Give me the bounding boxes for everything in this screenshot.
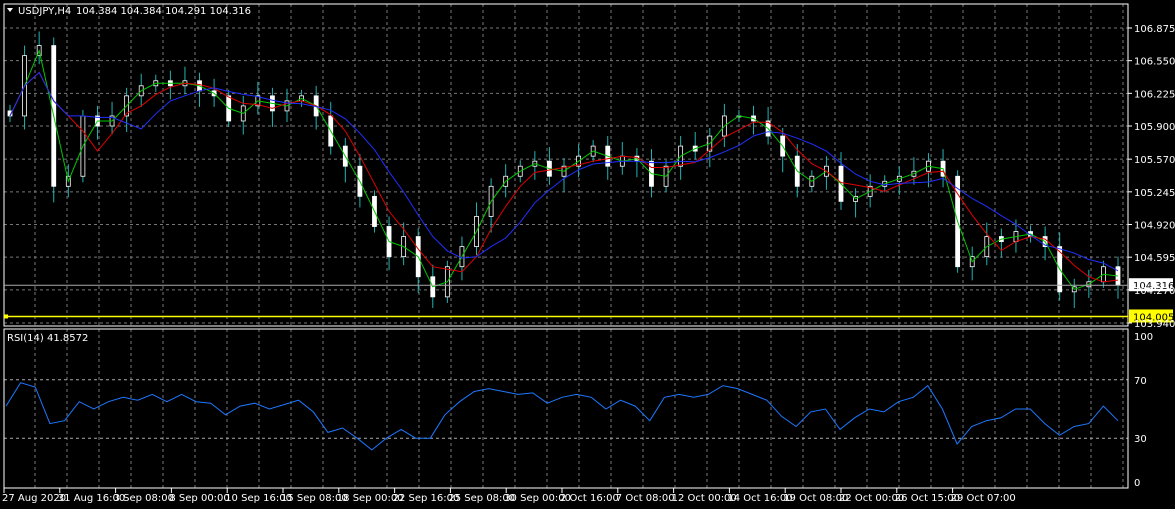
candles [7, 31, 1121, 308]
rsi-tick-label: 70 [1134, 376, 1147, 387]
hline-handle [4, 314, 8, 319]
price-lines: 104.316104.005 [4, 278, 1174, 323]
time-label: 8 Sep 00:00 [169, 493, 229, 504]
time-label: 3 Sep 08:00 [114, 493, 174, 504]
price-tick-label: 104.595 [1134, 253, 1175, 264]
price-tick-label: 106.875 [1134, 24, 1175, 35]
rsi-indicator [5, 382, 1119, 451]
time-label: 27 Aug 2020 [2, 493, 66, 504]
rsi-tick-label: 0 [1134, 478, 1140, 489]
symbol-title: USDJPY,H4 [18, 6, 71, 17]
price-tick-label: 105.900 [1134, 122, 1175, 133]
price-tick-label: 104.270 [1134, 286, 1175, 297]
time-label: 2 Oct 16:00 [560, 493, 619, 504]
rsi-tick-label: 100 [1134, 332, 1153, 343]
time-label: 29 Oct 07:00 [951, 493, 1016, 504]
rsi-tick-label: 30 [1134, 434, 1147, 445]
rsi-panel-border [3, 328, 1129, 489]
price-chart[interactable]: 104.316104.005 106.875 106.550 106.225 105.… [0, 0, 1175, 509]
ohlc-readout: 104.384 104.384 104.291 104.316 [76, 6, 251, 17]
price-tick-label: 106.225 [1134, 89, 1175, 100]
price-tick-label: 105.570 [1134, 155, 1175, 166]
price-tick-label: 103.940 [1134, 319, 1175, 330]
axes: 106.875 106.550 106.225 105.900 105.570 105.2… [2, 24, 1175, 504]
price-tick-label: 104.920 [1134, 220, 1175, 231]
rsi-title: RSI(14) 41.8572 [7, 333, 88, 344]
main-panel-border [3, 3, 1129, 327]
price-tick-label: 105.245 [1134, 188, 1175, 199]
price-tick-label: 106.550 [1134, 57, 1175, 68]
time-label: 7 Oct 08:00 [616, 493, 675, 504]
dropdown-triangle-icon[interactable] [7, 8, 13, 12]
rsi-line [5, 382, 1119, 451]
